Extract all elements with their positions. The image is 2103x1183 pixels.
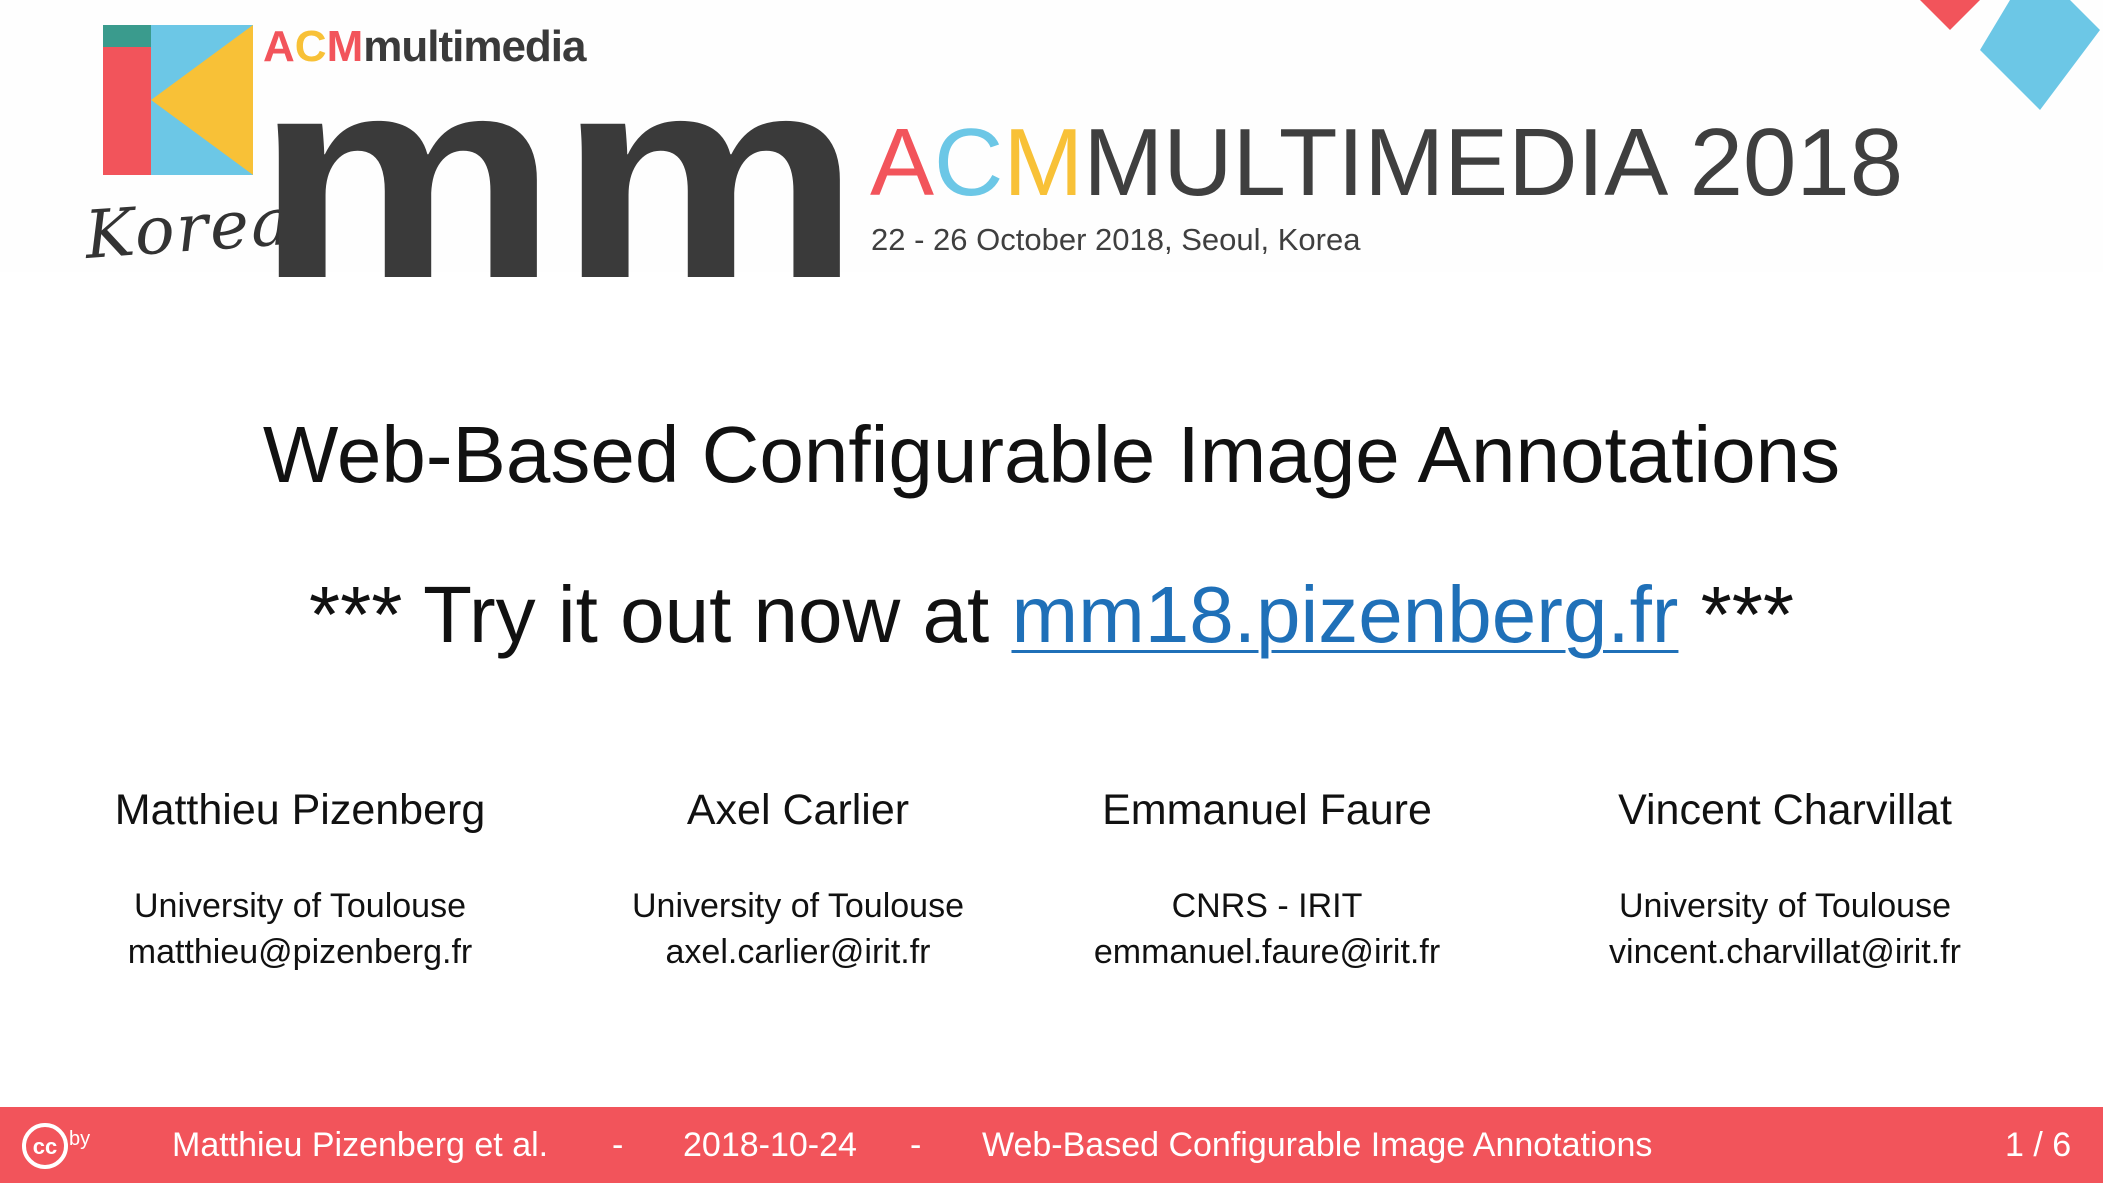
acm-small-letter-m: M bbox=[326, 22, 364, 71]
footer-page-number: 1 / 6 bbox=[2005, 1126, 2072, 1164]
footer-separator: - bbox=[910, 1126, 922, 1164]
try-prefix: *** Try it out now at bbox=[308, 570, 1012, 659]
mm-logo-icon: mm bbox=[263, 75, 853, 277]
acm-small-letter-c: C bbox=[294, 22, 327, 71]
decorative-diamonds-icon bbox=[1920, 0, 2100, 110]
k-logo-icon bbox=[103, 25, 253, 175]
conference-name-c: C bbox=[934, 109, 1004, 216]
conference-name-rest: MULTIMEDIA 2018 bbox=[1083, 109, 1904, 216]
by-text: by bbox=[69, 1128, 90, 1150]
conference-dates: 22 - 26 October 2018, Seoul, Korea bbox=[871, 222, 1361, 257]
korea-script-text: Korea bbox=[82, 182, 295, 275]
author-card: Axel Carlier University of Toulouse axel… bbox=[548, 775, 1048, 975]
slide-title: Web-Based Configurable Image Annotations bbox=[262, 410, 1841, 499]
author-name: Vincent Charvillat bbox=[1618, 786, 1952, 834]
acm-mm-logo: Korea ACMmultimedia mm bbox=[83, 22, 865, 277]
author-affiliation: University of Toulouse bbox=[134, 887, 466, 925]
conference-name: ACMMULTIMEDIA 2018 bbox=[870, 108, 1903, 218]
author-email: matthieu@pizenberg.fr bbox=[127, 933, 473, 971]
acm-small-word: multimedia bbox=[363, 22, 586, 71]
acm-multimedia-small-text: ACMmultimedia bbox=[263, 22, 587, 72]
author-name: Axel Carlier bbox=[686, 786, 910, 834]
author-affiliation: University of Toulouse bbox=[632, 887, 964, 925]
footer-title: Web-Based Configurable Image Annotations bbox=[982, 1126, 1653, 1164]
author-name: Emmanuel Faure bbox=[1102, 786, 1432, 834]
footer-date: 2018-10-24 bbox=[683, 1126, 857, 1164]
slide-footer: cc by Matthieu Pizenberg et al. - 2018-1… bbox=[0, 1107, 2103, 1183]
cc-text: cc bbox=[33, 1134, 57, 1159]
try-it-line: *** Try it out now at mm18.pizenberg.fr … bbox=[0, 565, 2103, 665]
footer-author: Matthieu Pizenberg et al. bbox=[172, 1126, 549, 1164]
author-name: Matthieu Pizenberg bbox=[114, 786, 486, 834]
cc-by-license-icon: cc by bbox=[22, 1123, 90, 1169]
author-affiliation: University of Toulouse bbox=[1619, 887, 1951, 925]
footer-separator: - bbox=[612, 1126, 624, 1164]
mm-logo-text: mm bbox=[263, 75, 853, 277]
acm-small-letter-a: A bbox=[263, 22, 295, 71]
author-email: axel.carlier@irit.fr bbox=[665, 933, 931, 971]
author-email: vincent.charvillat@irit.fr bbox=[1609, 933, 1961, 971]
conference-name-a: A bbox=[870, 109, 935, 216]
try-suffix: *** bbox=[1678, 570, 1795, 659]
demo-link[interactable]: mm18.pizenberg.fr bbox=[1011, 570, 1678, 659]
author-card: Matthieu Pizenberg University of Toulous… bbox=[50, 775, 550, 975]
author-affiliation: CNRS - IRIT bbox=[1171, 887, 1363, 925]
author-card: Emmanuel Faure CNRS - IRIT emmanuel.faur… bbox=[1017, 775, 1517, 975]
conference-name-m: M bbox=[1003, 109, 1084, 216]
author-email: emmanuel.faure@irit.fr bbox=[1093, 933, 1441, 971]
conference-header: Korea ACMmultimedia mm ACMMULTIMEDIA 201… bbox=[0, 0, 2103, 277]
author-card: Vincent Charvillat University of Toulous… bbox=[1535, 775, 2035, 975]
